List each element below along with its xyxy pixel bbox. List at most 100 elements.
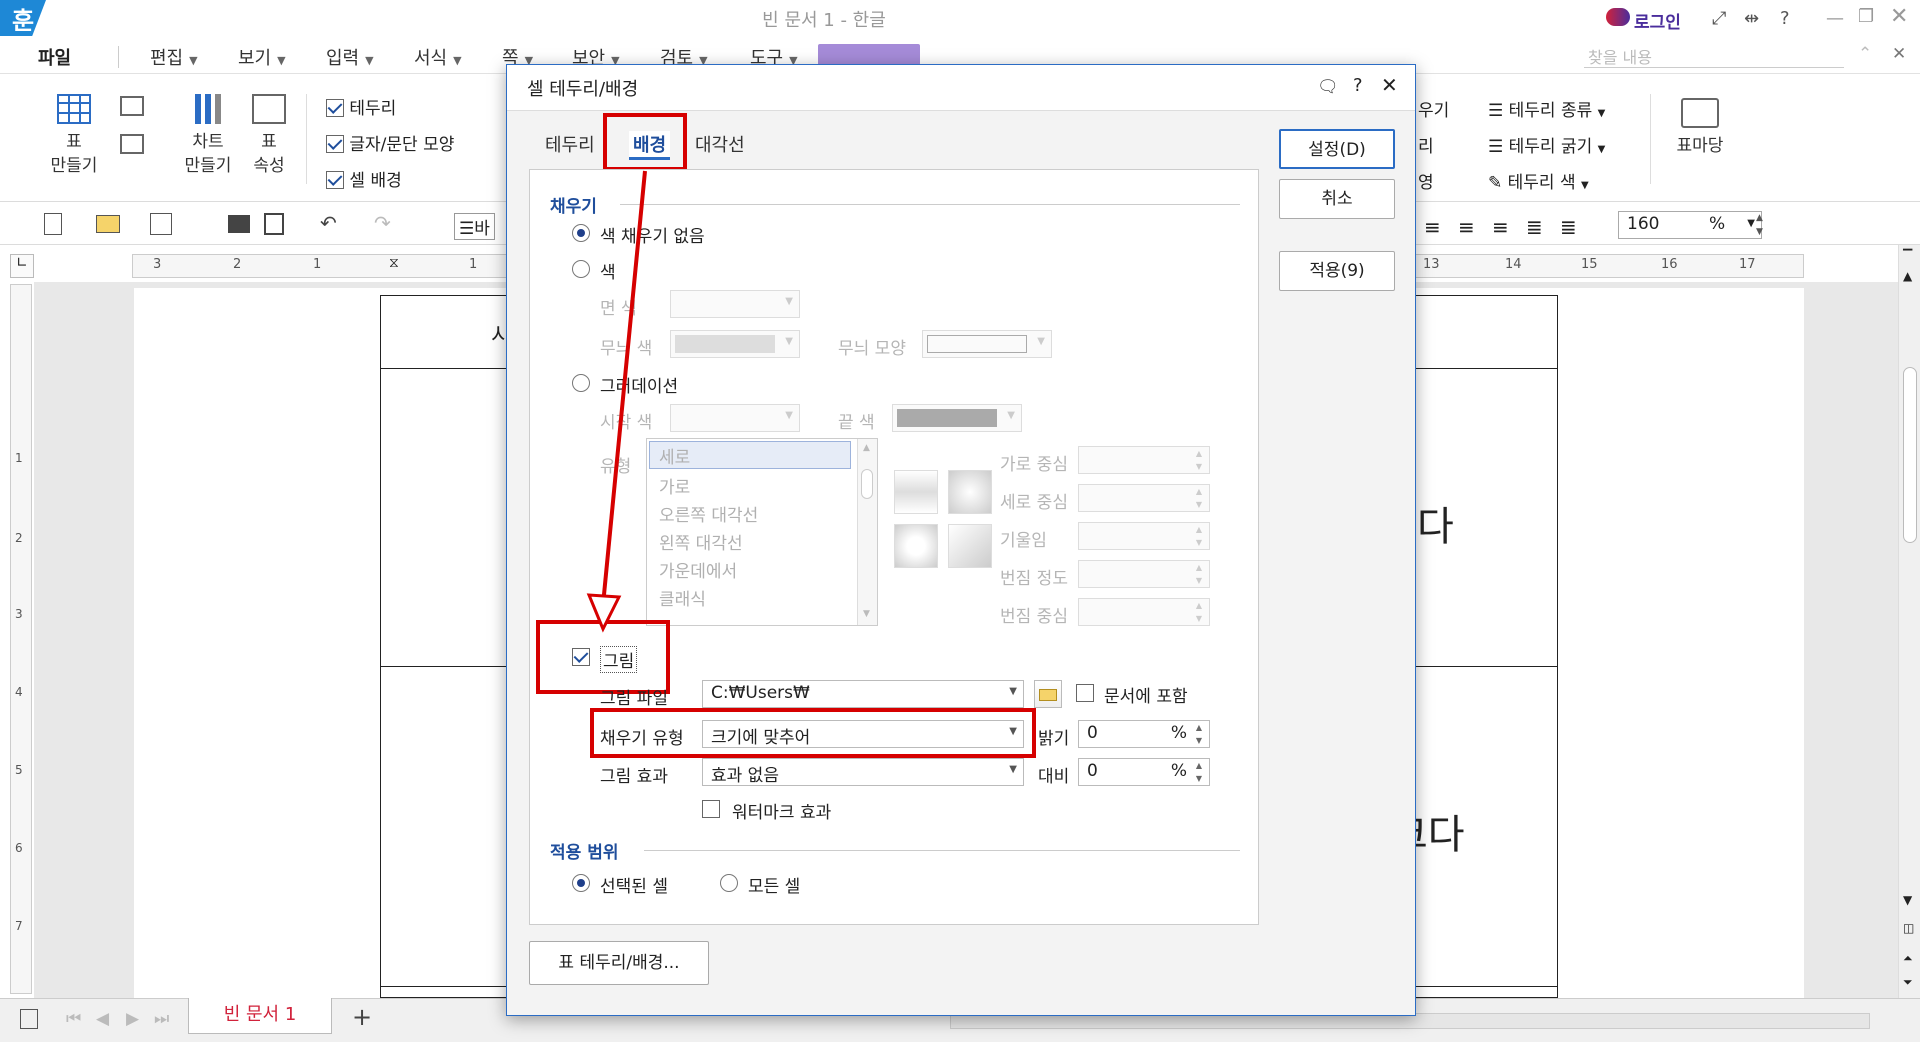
scroll-up-icon[interactable]: ▲ xyxy=(1903,269,1912,283)
window-title: 빈 문서 1 - 한글 xyxy=(762,10,886,31)
menu-insert[interactable]: 입력 ▼ xyxy=(326,44,374,70)
redo-icon[interactable]: ↷ xyxy=(374,211,391,235)
align-distribute-icon[interactable]: ≣ xyxy=(1560,215,1577,239)
ruler-corner[interactable]: ∟ xyxy=(10,254,34,278)
table-props-icon xyxy=(252,94,286,124)
zoom-combo[interactable]: 160 % ▼ xyxy=(1618,211,1762,239)
ribbon-partial-3: 영 xyxy=(1418,173,1434,193)
align-center-icon[interactable]: ≡ xyxy=(1458,215,1475,239)
cell-text: 다 xyxy=(1417,504,1454,550)
checkbox[interactable] xyxy=(326,99,344,117)
checkbox[interactable] xyxy=(326,171,344,189)
indent-marker[interactable]: ⧖ xyxy=(389,255,399,271)
page-view-icon[interactable]: ◫ xyxy=(1903,921,1914,935)
table-make-label: 표 만들기 xyxy=(50,132,98,176)
style-combo[interactable]: ☰바 xyxy=(454,213,495,240)
style-icon: ☰ xyxy=(459,219,475,239)
fullscreen-icon[interactable]: ⤢ xyxy=(1712,8,1726,29)
page-icon[interactable] xyxy=(20,1009,38,1029)
save-icon[interactable] xyxy=(150,213,172,235)
ribbon-partial-2: 리 xyxy=(1418,137,1434,157)
table-garden-icon xyxy=(1681,98,1719,128)
ribbon-divider xyxy=(306,94,307,184)
undo-icon[interactable]: ↶ xyxy=(320,211,337,235)
pen-icon: ✎ xyxy=(1488,173,1503,193)
zoom-value: 160 xyxy=(1627,214,1660,234)
ribbon-divider-2 xyxy=(1650,94,1651,184)
scroll-thumb[interactable] xyxy=(1903,367,1917,543)
border-color-button[interactable]: ✎ 테두리 색 ▼ xyxy=(1488,168,1589,193)
ruler-tick: 3 xyxy=(153,257,162,272)
ruler-tick: 17 xyxy=(1739,257,1756,272)
title-bar: 훈 빈 문서 1 - 한글 로그인 ⤢ ⇹ ? — ❐ ✕ xyxy=(0,0,1920,38)
tab-nav-last-icon[interactable]: ⏭ xyxy=(154,1009,169,1029)
border-type-icon: ☰ xyxy=(1488,101,1504,121)
align-justify-icon[interactable]: ≣ xyxy=(1526,215,1543,239)
table-tool-icon-2[interactable] xyxy=(120,134,144,154)
ruler-tick: 14 xyxy=(1505,257,1522,272)
menu-format[interactable]: 서식 ▼ xyxy=(414,44,462,70)
table-garden-button[interactable]: 표마당 xyxy=(1664,98,1736,158)
minimize-icon[interactable]: — xyxy=(1826,8,1844,29)
ribbon-partial-1: 우기 xyxy=(1418,101,1450,121)
tab-nav-first-icon[interactable]: ⏮ xyxy=(66,1009,81,1029)
open-folder-icon[interactable] xyxy=(96,215,120,233)
checkbox[interactable] xyxy=(326,135,344,153)
zoom-arrow: ▼ xyxy=(1747,218,1755,229)
split-icon[interactable]: ⇹ xyxy=(1744,8,1759,29)
restore-icon[interactable]: ❐ xyxy=(1858,6,1874,27)
search-input[interactable]: 찾을 내용 xyxy=(1584,44,1844,68)
vruler-tick: 7 xyxy=(15,919,23,933)
ruler-tick: 1 xyxy=(469,257,478,272)
menu-file[interactable]: 파일 xyxy=(38,44,71,70)
table-garden-label: 표마당 xyxy=(1676,136,1724,156)
login-link[interactable]: 로그인 xyxy=(1634,8,1681,33)
vertical-ruler[interactable]: 1 2 3 4 5 6 7 xyxy=(10,284,32,994)
ribbon-close-icon[interactable]: ✕ xyxy=(1892,44,1906,64)
vertical-scrollbar[interactable]: ▔ ▲ ▼ ◫ ⏶ ⏷ xyxy=(1898,245,1920,1015)
zoom-unit: % xyxy=(1709,214,1726,234)
print-icon[interactable] xyxy=(228,215,250,233)
next-page-icon[interactable]: ⏷ xyxy=(1903,975,1913,990)
ruler-tick: 13 xyxy=(1423,257,1440,272)
cellbg-check[interactable]: 셀 배경 xyxy=(326,166,402,191)
align-left-icon[interactable]: ≡ xyxy=(1424,215,1441,239)
preview-icon[interactable] xyxy=(264,213,284,235)
tab-nav-prev-icon[interactable]: ◀ xyxy=(96,1009,109,1029)
table-tool-icon-1[interactable] xyxy=(120,96,144,116)
ruler-tick: 16 xyxy=(1661,257,1678,272)
doc-tab[interactable]: 빈 문서 1 xyxy=(188,998,332,1034)
new-doc-icon[interactable] xyxy=(44,213,62,235)
ruler-tick: 15 xyxy=(1581,257,1598,272)
annotation-arrow xyxy=(586,170,647,633)
ruler-tick: 1 xyxy=(313,257,322,272)
menu-edit[interactable]: 편집 ▼ xyxy=(150,44,198,70)
chart-make-label: 차트 만들기 xyxy=(184,132,232,176)
border-type-button[interactable]: ☰ 테두리 종류 ▼ xyxy=(1488,96,1605,121)
vruler-tick: 5 xyxy=(15,763,23,777)
table-make-button[interactable]: 표 만들기 xyxy=(36,94,112,178)
border-check[interactable]: 테두리 xyxy=(326,94,396,119)
charpara-check[interactable]: 글자/문단 모양 xyxy=(326,130,454,155)
account-icon[interactable] xyxy=(1606,8,1630,26)
scroll-down-icon[interactable]: ▼ xyxy=(1903,893,1912,907)
close-window-icon[interactable]: ✕ xyxy=(1890,4,1908,29)
add-tab-button[interactable]: + xyxy=(352,1003,372,1031)
prev-page-icon[interactable]: ⏶ xyxy=(1903,951,1913,966)
align-right-icon[interactable]: ≡ xyxy=(1492,215,1509,239)
scroll-top-icon[interactable]: ▔ xyxy=(1903,249,1912,263)
cell-border-bg-dialog: 셀 테두리/배경 🗨 ? ✕ 테두리 배경 대각선 설정(D) 취소 적용(9)… xyxy=(506,64,1416,1016)
border-thickness-button[interactable]: ☰ 테두리 굵기 ▼ xyxy=(1488,132,1605,157)
menu-view[interactable]: 보기 ▼ xyxy=(238,44,286,70)
vruler-tick: 3 xyxy=(15,607,23,621)
menu-divider xyxy=(118,46,119,68)
help-icon[interactable]: ? xyxy=(1780,8,1790,29)
tab-nav-next-icon[interactable]: ▶ xyxy=(126,1009,139,1029)
chart-make-button[interactable]: 차트 만들기 xyxy=(178,94,238,178)
zoom-spinner[interactable]: ▲ ▼ xyxy=(1756,211,1763,239)
vruler-tick: 4 xyxy=(15,685,23,699)
table-grid-icon xyxy=(57,94,91,124)
ribbon-collapse-icon[interactable]: ⌃ xyxy=(1858,44,1872,64)
bar-chart-icon xyxy=(191,94,225,124)
table-props-button[interactable]: 표 속성 xyxy=(246,94,292,178)
